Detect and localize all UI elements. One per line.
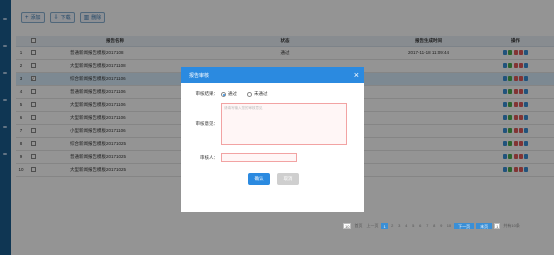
option-fail[interactable]: 未通过 — [247, 91, 268, 97]
page-number[interactable]: 1 — [381, 223, 388, 229]
first-page-link[interactable]: 首页 — [353, 223, 363, 229]
page-number[interactable]: 3 — [397, 223, 402, 229]
page-number[interactable]: 5 — [411, 223, 416, 229]
opinion-row: 审核意见： 请填写输入您的审核意见 — [181, 103, 364, 145]
opinion-label: 审核意见： — [195, 121, 219, 126]
result-row: 审核结果： 通过 未通过 — [181, 91, 364, 97]
radio-unchecked[interactable] — [247, 91, 252, 97]
page-number[interactable]: 6 — [418, 223, 423, 229]
dialog-title: 报告审核 — [189, 72, 210, 79]
cancel-button[interactable]: 取消 — [277, 173, 299, 185]
prev-page-link[interactable]: 上一页 — [365, 223, 379, 229]
page-numbers: 1 2 3 4 5 6 7 8 9 10 — [381, 223, 452, 229]
pagination: 10 首页 上一页 1 2 3 4 5 6 7 8 9 10 下一页 末页 1 共有10条 — [343, 223, 521, 229]
close-icon[interactable]: × — [354, 70, 359, 80]
last-page-button[interactable]: 末页 — [476, 223, 493, 229]
total-count: 共有10条 — [503, 223, 520, 228]
page-number[interactable]: 8 — [432, 223, 437, 229]
confirm-button[interactable]: 确认 — [248, 173, 270, 185]
dialog-header: 报告审核 × — [181, 67, 364, 83]
radio-checked[interactable] — [221, 91, 226, 97]
page-jump-input[interactable]: 1 — [494, 223, 501, 229]
page-number[interactable]: 9 — [439, 223, 444, 229]
review-dialog: 报告审核 × 审核结果： 通过 未通过 审核意见： 请填写输入您的审核意见 审核… — [181, 67, 364, 212]
opinion-textarea[interactable]: 请填写输入您的审核意见 — [221, 103, 347, 145]
next-page-button[interactable]: 下一页 — [454, 223, 475, 229]
reviewer-row: 审核人： — [181, 153, 364, 162]
page-number[interactable]: 7 — [425, 223, 430, 229]
page-number[interactable]: 2 — [390, 223, 395, 229]
option-pass[interactable]: 通过 — [221, 91, 237, 97]
reviewer-input[interactable] — [221, 153, 297, 162]
page-number[interactable]: 10 — [446, 223, 452, 229]
reviewer-label: 审核人： — [200, 154, 218, 160]
page-size-select[interactable]: 10 — [343, 223, 352, 229]
page-number[interactable]: 4 — [404, 223, 409, 229]
result-label: 审核结果： — [195, 91, 219, 96]
